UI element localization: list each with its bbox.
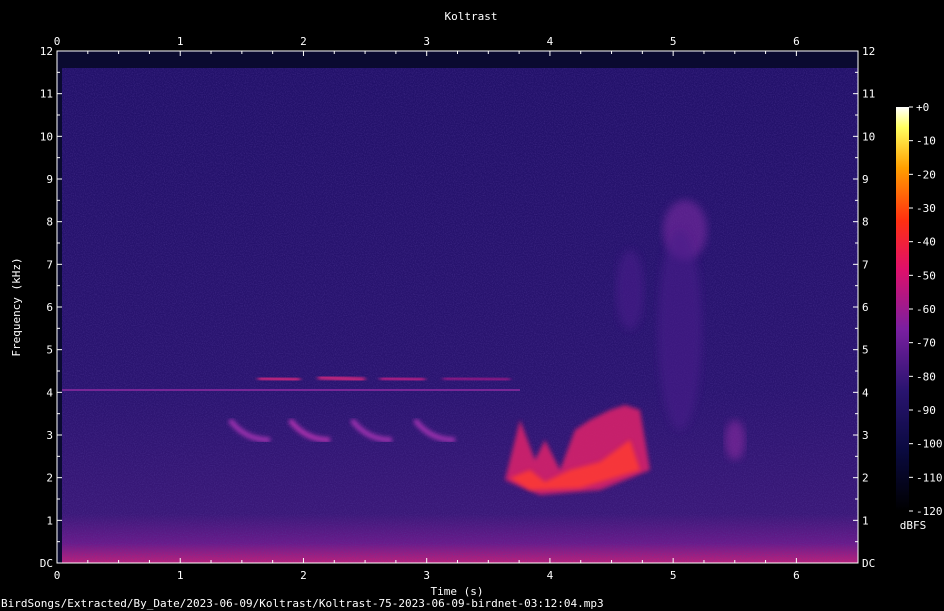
colorbar-tick-label: -70 — [916, 337, 936, 350]
x-tick-label: 0 — [54, 569, 61, 582]
colorbar-tick-label: -100 — [916, 438, 943, 451]
colorbar-tick-label: -80 — [916, 370, 936, 383]
x-tick-label-top: 6 — [793, 35, 800, 48]
chart-title: Koltrast — [445, 10, 498, 23]
colorbar-ticks: +0 -10 -20 -30 -40 -50 -60 -70 -80 -90 -100 -110 -12… — [909, 101, 943, 518]
y-tick-label: 5 — [46, 344, 53, 357]
x-tick-label: 6 — [793, 569, 800, 582]
y-tick-label: 9 — [46, 173, 53, 186]
upper-column — [658, 230, 702, 430]
y-tick-label: 7 — [46, 258, 53, 271]
y-tick-label-right: 1 — [862, 514, 869, 527]
y-tick-label: DC — [40, 557, 53, 570]
colorbar-tick-label: -40 — [916, 236, 936, 249]
mid-blob — [616, 250, 644, 330]
x-tick-label-top: 4 — [547, 35, 554, 48]
syllable-4 — [442, 376, 511, 382]
colorbar — [896, 107, 909, 511]
y-tick-label: 11 — [40, 88, 53, 101]
x-tick-label: 5 — [670, 569, 677, 582]
y-tick-label: 4 — [46, 386, 53, 399]
colorbar-tick-label: -20 — [916, 168, 936, 181]
colorbar-label: dBFS — [900, 519, 927, 532]
x-tick-label-top: 0 — [54, 35, 61, 48]
x-tick-label-top: 3 — [423, 35, 430, 48]
y-tick-label-right: 3 — [862, 429, 869, 442]
y-tick-label-right: 7 — [862, 258, 869, 271]
y-tick-label: 3 — [46, 429, 53, 442]
y-tick-label-right: 11 — [862, 88, 875, 101]
colorbar-tick-label: +0 — [916, 101, 929, 114]
x-tick-label: 2 — [300, 569, 307, 582]
y-tick-label: 2 — [46, 472, 53, 485]
spectrogram-figure: 0123456 0123456 DC 1 2 3 4 5 6 7 8 9 10 11 12 DC 1 2 3 4… — [0, 0, 944, 611]
y-tick-label-right: 9 — [862, 173, 869, 186]
x-tick-label: 1 — [177, 569, 184, 582]
y-tick-label-right: 8 — [862, 216, 869, 229]
y-tick-label: 12 — [40, 45, 53, 58]
y-axis-label: Frequency (kHz) — [10, 257, 23, 356]
low-blob — [725, 420, 745, 460]
y-tick-label-right: 4 — [862, 386, 869, 399]
y-tick-label-right: 2 — [862, 472, 869, 485]
syllable-1 — [257, 376, 301, 382]
y-tick-label: 8 — [46, 216, 53, 229]
x-tick-label-top: 2 — [300, 35, 307, 48]
colorbar-tick-label: -120 — [916, 505, 943, 518]
x-tick-label: 4 — [547, 569, 554, 582]
y-tick-label: 10 — [40, 130, 53, 143]
spectrogram-noise — [62, 68, 858, 563]
spectrogram-chart: 0123456 0123456 DC123456789101112 DC1234… — [1, 10, 943, 610]
y-tick-label: 1 — [46, 514, 53, 527]
colorbar-tick-label: -30 — [916, 202, 936, 215]
y-tick-label-right: DC — [862, 557, 875, 570]
y-tick-label: 6 — [46, 301, 53, 314]
colorbar-tick-label: -50 — [916, 269, 936, 282]
colorbar-tick-label: -110 — [916, 471, 943, 484]
colorbar-tick-label: -10 — [916, 135, 936, 148]
colorbar-tick-label: -90 — [916, 404, 936, 417]
x-tick-label-top: 5 — [670, 35, 677, 48]
syllable-3 — [379, 376, 426, 382]
y-tick-label-right: 10 — [862, 130, 875, 143]
x-tick-label: 3 — [423, 569, 430, 582]
y-tick-label-right: 5 — [862, 344, 869, 357]
file-path: BirdSongs/Extracted/By_Date/2023-06-09/K… — [1, 597, 604, 610]
y-tick-label-right: 12 — [862, 45, 875, 58]
x-tick-label-top: 1 — [177, 35, 184, 48]
colorbar-tick-label: -60 — [916, 303, 936, 316]
y-tick-label-right: 6 — [862, 301, 869, 314]
